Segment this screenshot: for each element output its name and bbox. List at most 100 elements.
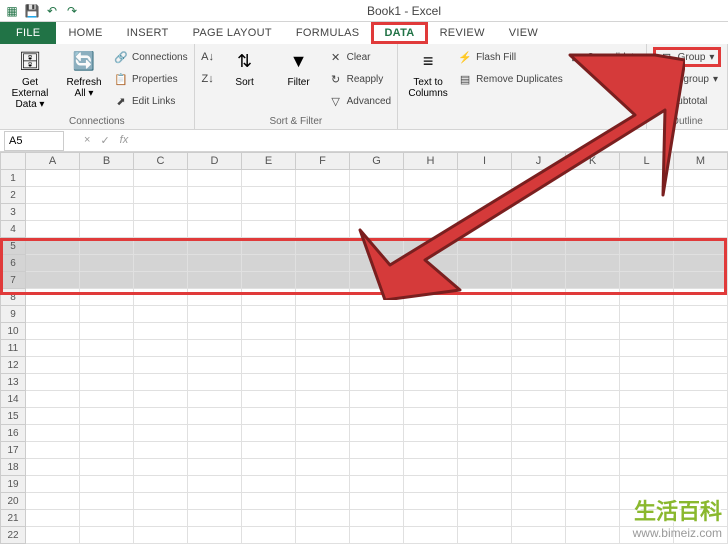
cell[interactable] <box>134 493 188 510</box>
cell[interactable] <box>242 476 296 493</box>
cell[interactable] <box>188 476 242 493</box>
row-header[interactable]: 21 <box>0 510 26 527</box>
cell[interactable] <box>350 442 404 459</box>
row-header[interactable]: 5 <box>0 238 26 255</box>
cell[interactable] <box>458 238 512 255</box>
cell[interactable] <box>458 510 512 527</box>
cell[interactable] <box>134 527 188 544</box>
cell[interactable] <box>620 187 674 204</box>
cell[interactable] <box>566 527 620 544</box>
cell[interactable] <box>188 442 242 459</box>
cell[interactable] <box>674 187 728 204</box>
cell[interactable] <box>458 255 512 272</box>
fx-label[interactable]: fx <box>120 134 129 147</box>
cell[interactable] <box>80 425 134 442</box>
name-box[interactable]: A5 <box>4 131 64 151</box>
cell[interactable] <box>80 187 134 204</box>
cell[interactable] <box>134 476 188 493</box>
cell[interactable] <box>242 391 296 408</box>
cell[interactable] <box>674 323 728 340</box>
column-header[interactable]: L <box>620 152 674 170</box>
cell[interactable] <box>620 442 674 459</box>
cell[interactable] <box>188 323 242 340</box>
cell[interactable] <box>512 221 566 238</box>
cell[interactable] <box>80 493 134 510</box>
cell[interactable] <box>404 374 458 391</box>
cell[interactable] <box>350 340 404 357</box>
cell[interactable] <box>404 425 458 442</box>
cell[interactable] <box>512 510 566 527</box>
cell[interactable] <box>296 221 350 238</box>
row-header[interactable]: 18 <box>0 459 26 476</box>
cell[interactable] <box>26 493 80 510</box>
cell[interactable] <box>620 238 674 255</box>
flash-fill-button[interactable]: ⚡Flash Fill <box>458 47 563 67</box>
cell[interactable] <box>242 340 296 357</box>
sort-button[interactable]: ⇅ Sort <box>221 47 269 88</box>
row-header[interactable]: 20 <box>0 493 26 510</box>
cell[interactable] <box>134 272 188 289</box>
cell[interactable] <box>188 391 242 408</box>
row-header[interactable]: 14 <box>0 391 26 408</box>
cell[interactable] <box>620 170 674 187</box>
cell[interactable] <box>296 510 350 527</box>
cell[interactable] <box>566 493 620 510</box>
cell[interactable] <box>404 323 458 340</box>
tab-view[interactable]: VIEW <box>497 22 550 44</box>
cell[interactable] <box>566 425 620 442</box>
cell[interactable] <box>242 510 296 527</box>
cell[interactable] <box>350 374 404 391</box>
cell[interactable] <box>404 221 458 238</box>
cell[interactable] <box>188 425 242 442</box>
cell[interactable] <box>350 221 404 238</box>
cell[interactable] <box>512 459 566 476</box>
cell[interactable] <box>26 442 80 459</box>
cell[interactable] <box>512 187 566 204</box>
edit-links-button[interactable]: ⬈Edit Links <box>114 91 188 111</box>
cell[interactable] <box>80 255 134 272</box>
cell[interactable] <box>620 374 674 391</box>
cell[interactable] <box>296 238 350 255</box>
cell[interactable] <box>674 374 728 391</box>
cell[interactable] <box>296 527 350 544</box>
cell[interactable] <box>674 238 728 255</box>
cell[interactable] <box>620 391 674 408</box>
cell[interactable] <box>296 493 350 510</box>
cell[interactable] <box>620 289 674 306</box>
cell[interactable] <box>404 238 458 255</box>
enter-icon[interactable]: ✓ <box>100 134 109 147</box>
cell[interactable] <box>26 425 80 442</box>
cell[interactable] <box>512 204 566 221</box>
cell[interactable] <box>566 289 620 306</box>
cell[interactable] <box>242 306 296 323</box>
cell[interactable] <box>458 221 512 238</box>
cell[interactable] <box>458 408 512 425</box>
cell[interactable] <box>620 340 674 357</box>
subtotal-button[interactable]: ΣSubtotal <box>653 91 722 111</box>
cell[interactable] <box>134 289 188 306</box>
row-header[interactable]: 1 <box>0 170 26 187</box>
cell[interactable] <box>458 357 512 374</box>
cell[interactable] <box>620 425 674 442</box>
cell[interactable] <box>674 459 728 476</box>
cell[interactable] <box>458 374 512 391</box>
row-header[interactable]: 22 <box>0 527 26 544</box>
cell[interactable] <box>188 493 242 510</box>
cell[interactable] <box>296 476 350 493</box>
cell[interactable] <box>134 408 188 425</box>
cell[interactable] <box>26 408 80 425</box>
cell[interactable] <box>512 289 566 306</box>
cell[interactable] <box>26 476 80 493</box>
cell[interactable] <box>512 272 566 289</box>
spreadsheet-grid[interactable]: ABCDEFGHIJKLM 12345678910111213141516171… <box>0 152 728 544</box>
cell[interactable] <box>242 408 296 425</box>
cell[interactable] <box>620 323 674 340</box>
cell[interactable] <box>566 340 620 357</box>
cell[interactable] <box>80 459 134 476</box>
cell[interactable] <box>512 374 566 391</box>
cell[interactable] <box>512 340 566 357</box>
cell[interactable] <box>350 459 404 476</box>
cell[interactable] <box>404 459 458 476</box>
select-all-corner[interactable] <box>0 152 26 170</box>
cell[interactable] <box>188 374 242 391</box>
